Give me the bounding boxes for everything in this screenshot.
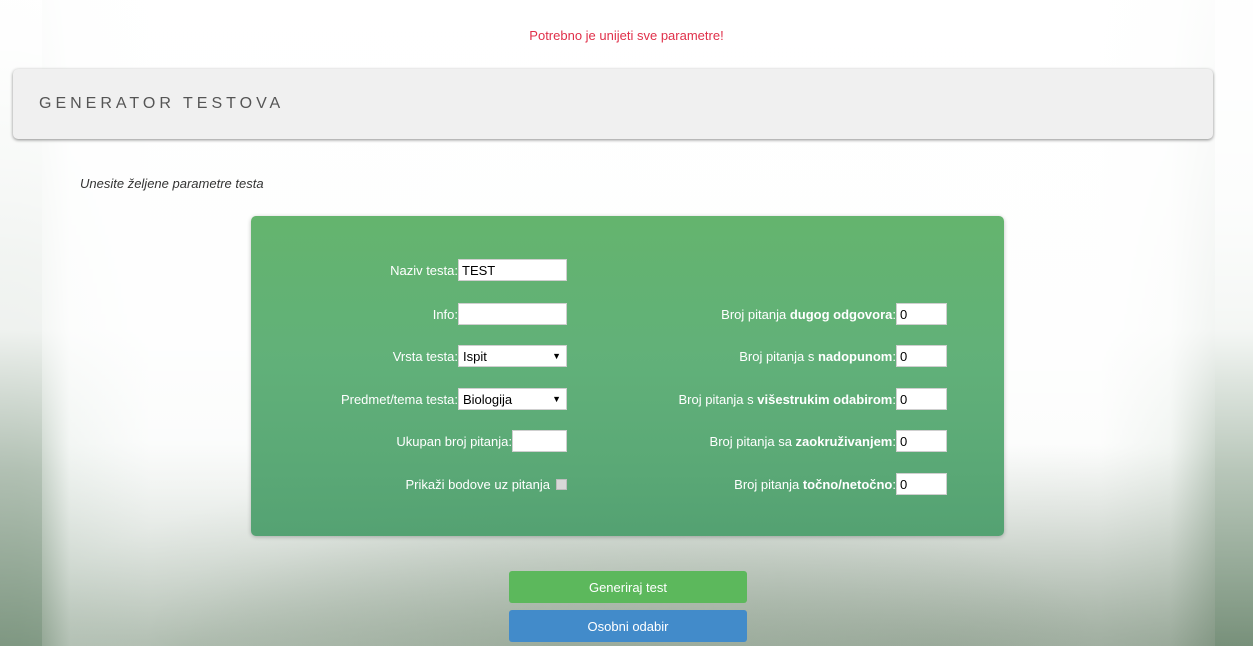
nadopunom-input[interactable] xyxy=(896,345,947,367)
page-header: GENERATOR TESTOVA xyxy=(13,69,1213,139)
ukupan-broj-label: Ukupan broj pitanja: xyxy=(396,433,512,449)
ukupan-broj-row: Ukupan broj pitanja: xyxy=(396,429,567,453)
info-row: Info: xyxy=(433,302,567,326)
nadopunom-row: Broj pitanja s nadopunom: xyxy=(739,344,947,368)
predmet-select[interactable]: Biologija ▼ xyxy=(458,388,567,410)
zaokruzivanjem-row: Broj pitanja sa zaokruživanjem: xyxy=(710,429,947,453)
tocno-netocno-input[interactable] xyxy=(896,473,947,495)
generiraj-test-button[interactable]: Generiraj test xyxy=(509,571,747,603)
info-input[interactable] xyxy=(458,303,567,325)
vrsta-testa-label: Vrsta testa: xyxy=(392,348,458,364)
prikazi-bodove-row: Prikaži bodove uz pitanja xyxy=(405,472,567,496)
vrsta-testa-row: Vrsta testa: Ispit ▼ xyxy=(393,344,567,368)
dropdown-arrow-icon: ▼ xyxy=(552,394,561,404)
zaokruzivanjem-label: Broj pitanja sa zaokruživanjem: xyxy=(709,433,896,449)
naziv-testa-input[interactable] xyxy=(458,259,567,281)
tocno-netocno-row: Broj pitanja točno/netočno: xyxy=(734,472,947,496)
page-title: GENERATOR TESTOVA xyxy=(39,95,285,112)
ukupan-broj-input[interactable] xyxy=(512,430,567,452)
error-message: Potrebno je unijeti sve parametre! xyxy=(529,28,724,43)
dugog-odgovora-input[interactable] xyxy=(896,303,947,325)
predmet-row: Predmet/tema testa: Biologija ▼ xyxy=(341,387,567,411)
visestrukim-odabirom-row: Broj pitanja s višestrukim odabirom: xyxy=(678,387,947,411)
naziv-testa-row: Naziv testa: xyxy=(390,258,567,282)
naziv-testa-label: Naziv testa: xyxy=(390,262,458,278)
form-instructions: Unesite željene parametre testa xyxy=(80,176,264,191)
vrsta-testa-select[interactable]: Ispit ▼ xyxy=(458,345,567,367)
nadopunom-label: Broj pitanja s nadopunom: xyxy=(739,348,896,364)
osobni-odabir-button[interactable]: Osobni odabir xyxy=(509,610,747,642)
dropdown-arrow-icon: ▼ xyxy=(552,351,561,361)
prikazi-bodove-label: Prikaži bodove uz pitanja xyxy=(405,476,550,492)
predmet-label: Predmet/tema testa: xyxy=(340,391,458,407)
vrsta-testa-value: Ispit xyxy=(463,348,487,364)
predmet-value: Biologija xyxy=(463,391,513,407)
tocno-netocno-label: Broj pitanja točno/netočno: xyxy=(734,476,896,492)
info-label: Info: xyxy=(432,306,458,322)
zaokruzivanjem-input[interactable] xyxy=(896,430,947,452)
dugog-odgovora-label: Broj pitanja dugog odgovora: xyxy=(721,306,896,322)
prikazi-bodove-checkbox[interactable] xyxy=(556,478,567,490)
visestrukim-odabirom-input[interactable] xyxy=(896,388,947,410)
dugog-odgovora-row: Broj pitanja dugog odgovora: xyxy=(721,302,947,326)
test-parameters-panel: Naziv testa: Info: Vrsta testa: Ispit ▼ … xyxy=(251,216,1004,536)
visestrukim-odabirom-label: Broj pitanja s višestrukim odabirom: xyxy=(678,391,897,407)
